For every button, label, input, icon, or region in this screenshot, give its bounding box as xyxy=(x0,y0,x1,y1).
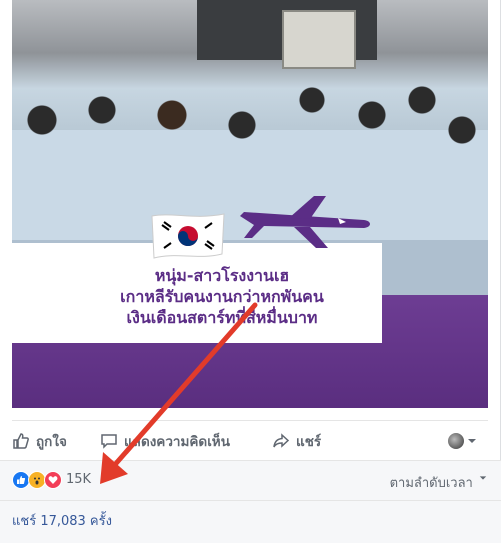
audience-selector[interactable] xyxy=(448,430,483,452)
shares-bar: แชร์ 17,083 ครั้ง xyxy=(0,500,501,543)
share-count-link[interactable]: แชร์ 17,083 ครั้ง xyxy=(12,510,112,531)
reactions-bar: 15K ตามลำดับเวลา xyxy=(0,460,501,501)
headline-line-2: เกาหลีรับคนงานกว่าหกพันคน xyxy=(120,287,324,306)
share-icon xyxy=(273,433,290,448)
love-reaction-icon xyxy=(44,471,62,489)
post-image[interactable]: หนุ่ม-สาวโรงงานเฮ เกาหลีรับคนงานกว่าหกพั… xyxy=(12,0,488,408)
comment-sort-selector[interactable]: ตามลำดับเวลา xyxy=(390,472,487,493)
comment-label: แสดงความคิดเห็น xyxy=(124,434,230,450)
reaction-icons[interactable] xyxy=(12,471,62,489)
post-headline: หนุ่ม-สาวโรงงานเฮ เกาหลีรับคนงานกว่าหกพั… xyxy=(72,265,372,328)
reaction-count[interactable]: 15K xyxy=(66,472,91,487)
headline-line-3: เงินเดือนสตาร์ทที่สี่หมื่นบาท xyxy=(126,308,318,327)
comment-icon xyxy=(101,434,117,449)
airplane-icon xyxy=(240,196,370,248)
chevron-down-icon xyxy=(479,476,487,480)
sort-label: ตามลำดับเวลา xyxy=(389,476,473,491)
comment-button[interactable]: แสดงความคิดเห็น xyxy=(100,430,230,452)
korea-flag-icon xyxy=(151,213,225,259)
share-label: แชร์ xyxy=(296,434,322,450)
avatar xyxy=(448,433,464,449)
post-card: หนุ่ม-สาวโรงงานเฮ เกาหลีรับคนงานกว่าหกพั… xyxy=(0,0,501,543)
chevron-down-icon xyxy=(468,439,476,443)
like-icon xyxy=(13,433,29,449)
post-actions: ถูกใจ แสดงความคิดเห็น แชร์ xyxy=(12,420,488,461)
like-label: ถูกใจ xyxy=(36,434,67,450)
like-button[interactable]: ถูกใจ xyxy=(12,430,67,452)
headline-line-1: หนุ่ม-สาวโรงงานเฮ xyxy=(154,266,290,285)
share-button[interactable]: แชร์ xyxy=(272,430,321,452)
